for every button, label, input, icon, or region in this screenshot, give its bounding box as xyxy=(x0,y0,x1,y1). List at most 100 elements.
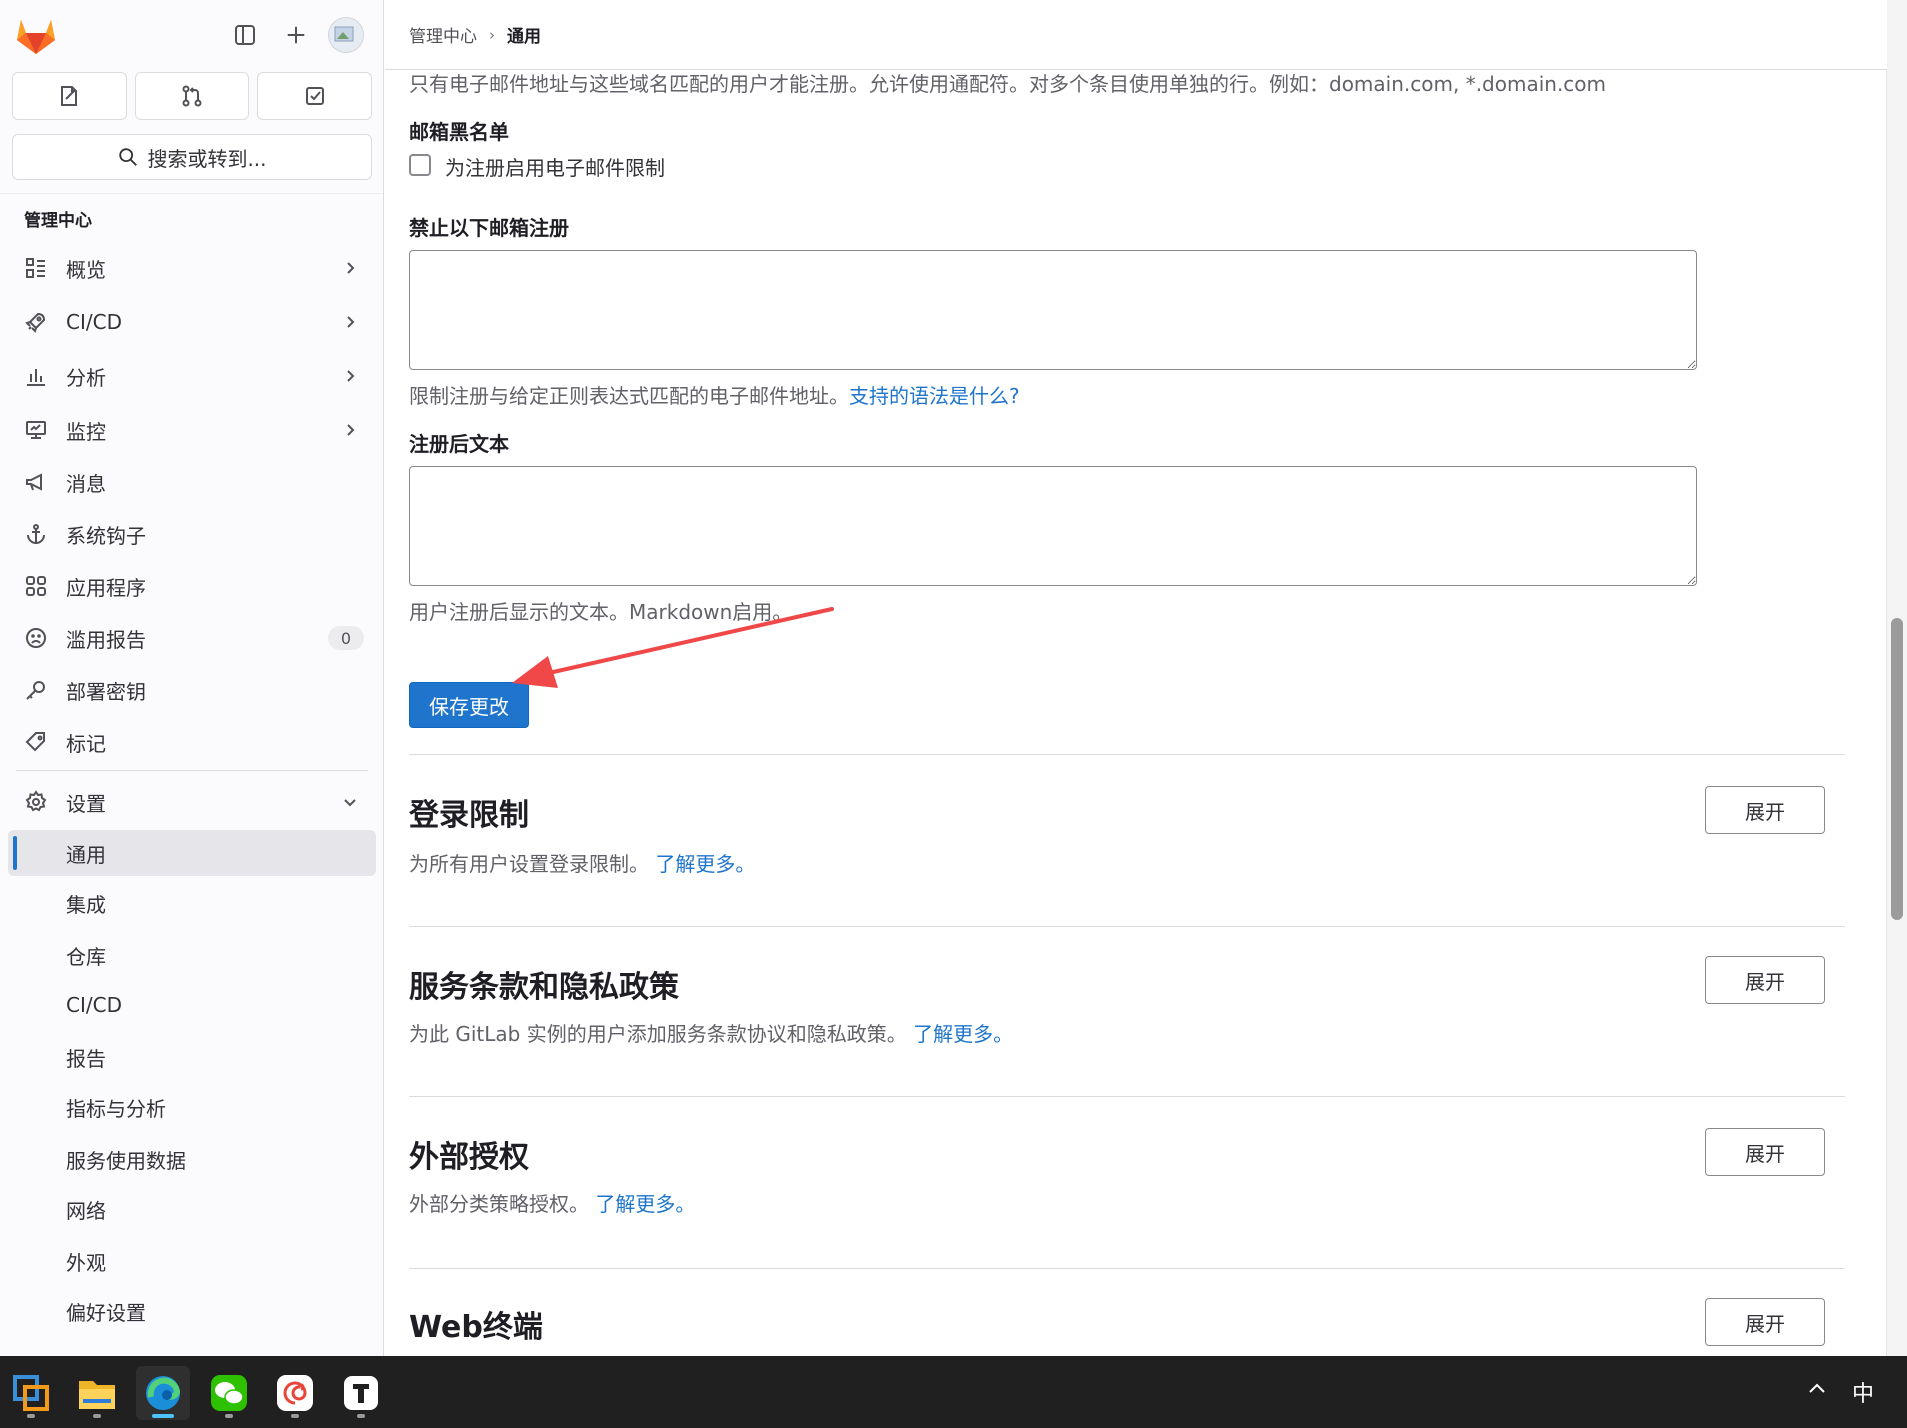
learn-more-link[interactable]: 了解更多。 xyxy=(655,852,755,876)
taskbar-indicator xyxy=(225,1414,233,1418)
sidebar-item-deploy-keys[interactable]: 部署密钥 xyxy=(8,668,376,712)
expand-signin-restrictions-button[interactable]: 展开 xyxy=(1705,786,1825,834)
taskbar-app-snail[interactable] xyxy=(268,1366,322,1420)
allowlist-help-text: 只有电子邮件地址与这些域名匹配的用户才能注册。允许使用通配符。对多个条目使用单独… xyxy=(409,72,1607,96)
sidebar-subitem-label: 外观 xyxy=(66,1250,106,1275)
chevron-right-icon xyxy=(347,424,355,436)
sidebar-toggle-icon[interactable] xyxy=(228,18,262,52)
sidebar-subitem-integrations[interactable]: 集成 xyxy=(8,880,376,926)
search-button[interactable]: 搜索或转到... xyxy=(12,134,372,180)
section-title-web-terminal: Web终端 xyxy=(409,1310,543,1345)
key-icon xyxy=(26,681,45,700)
edge-browser-icon xyxy=(146,1376,181,1410)
merge-requests-button[interactable] xyxy=(134,72,250,120)
monitor-icon xyxy=(26,421,46,439)
sidebar-subitem-label: 指标与分析 xyxy=(66,1096,166,1121)
sidebar-subitem-metrics[interactable]: 指标与分析 xyxy=(8,1084,376,1130)
todo-button[interactable] xyxy=(257,72,373,120)
sidebar-subitem-repository[interactable]: 仓库 xyxy=(8,932,376,978)
anchor-icon xyxy=(27,524,45,544)
sidebar-subitem-reporting[interactable]: 报告 xyxy=(8,1034,376,1080)
sidebar: 搜索或转到... 管理中心 概览 CI/CD 分析 监控 消息 系统钩子 应用程… xyxy=(0,0,384,1356)
todo-icon xyxy=(305,87,324,105)
search-icon xyxy=(119,148,138,166)
sidebar-subitem-label: CI/CD xyxy=(66,993,122,1017)
after-signup-textarea[interactable] xyxy=(409,466,1697,586)
sidebar-subitem-usage-data[interactable]: 服务使用数据 xyxy=(8,1136,376,1182)
vmware-icon xyxy=(13,1375,49,1411)
expand-web-terminal-button[interactable]: 展开 xyxy=(1705,1298,1825,1346)
breadcrumb: 管理中心 › 通用 xyxy=(385,0,1887,70)
sidebar-item-system-hooks[interactable]: 系统钩子 xyxy=(8,512,376,556)
sidebar-item-settings[interactable]: 设置 xyxy=(8,780,376,824)
typora-icon xyxy=(344,1376,378,1410)
taskbar-app-edge[interactable] xyxy=(136,1366,190,1420)
denylist-checkbox[interactable] xyxy=(409,154,431,176)
restrict-emails-textarea[interactable] xyxy=(409,250,1697,370)
section-desc-text: 为此 GitLab 实例的用户添加服务条款协议和隐私政策。 xyxy=(409,1022,907,1046)
bullhorn-icon xyxy=(26,473,42,491)
sidebar-item-cicd[interactable]: CI/CD xyxy=(8,300,376,344)
sidebar-separator xyxy=(0,193,383,194)
syntax-help-link[interactable]: 支持的语法是什么? xyxy=(849,384,1020,408)
label-icon xyxy=(25,732,45,752)
learn-more-link[interactable]: 了解更多。 xyxy=(913,1022,1013,1046)
issues-button[interactable] xyxy=(12,72,127,120)
vertical-scrollbar[interactable] xyxy=(1886,0,1907,1356)
sidebar-item-monitoring[interactable]: 监控 xyxy=(8,408,376,452)
sidebar-item-labels[interactable]: 标记 xyxy=(8,720,376,764)
file-explorer-icon xyxy=(79,1381,115,1409)
sidebar-subitem-general[interactable]: 通用 xyxy=(8,830,376,876)
breadcrumb-parent[interactable]: 管理中心 xyxy=(409,22,477,47)
sidebar-subitem-appearance[interactable]: 外观 xyxy=(8,1238,376,1284)
taskbar-app-file-explorer[interactable] xyxy=(70,1366,124,1420)
create-new-icon[interactable] xyxy=(279,18,313,52)
sidebar-item-analytics[interactable]: 分析 xyxy=(8,354,376,398)
sad-face-icon xyxy=(26,628,46,648)
taskbar-app-wechat[interactable] xyxy=(202,1366,256,1420)
sidebar-subitem-label: 偏好设置 xyxy=(66,1300,146,1325)
sidebar-subitem-label: 集成 xyxy=(66,892,106,917)
section-title-signin-restrictions: 登录限制 xyxy=(409,798,529,833)
sidebar-item-messages[interactable]: 消息 xyxy=(8,460,376,504)
section-desc-external-auth: 外部分类策略授权。 了解更多。 xyxy=(409,1188,695,1217)
sidebar-item-abuse-reports[interactable]: 滥用报告 0 xyxy=(8,616,376,660)
sidebar-subitem-network[interactable]: 网络 xyxy=(8,1186,376,1232)
overview-icon xyxy=(26,258,45,278)
section-divider xyxy=(409,754,1845,755)
save-changes-button[interactable]: 保存更改 xyxy=(409,682,529,728)
section-desc-text: 外部分类策略授权。 xyxy=(409,1192,589,1216)
input-method-indicator[interactable]: 中 xyxy=(1852,1376,1874,1408)
section-desc-text: 为所有用户设置登录限制。 xyxy=(409,852,649,876)
sidebar-item-label: 应用程序 xyxy=(66,575,146,600)
system-tray-chevron-up-icon[interactable] xyxy=(1806,1378,1828,1400)
sidebar-item-label: 系统钩子 xyxy=(66,523,146,548)
expand-terms-button[interactable]: 展开 xyxy=(1705,956,1825,1004)
sidebar-item-label: 分析 xyxy=(66,365,106,390)
chevron-right-icon xyxy=(347,316,355,328)
scrollbar-thumb[interactable] xyxy=(1891,618,1903,920)
quick-actions xyxy=(12,72,373,120)
taskbar-indicator xyxy=(357,1414,365,1418)
sidebar-item-label: 部署密钥 xyxy=(66,679,146,704)
sidebar-subitem-cicd[interactable]: CI/CD xyxy=(8,982,376,1028)
chevron-right-icon xyxy=(347,262,355,274)
taskbar-app-typora[interactable] xyxy=(334,1366,388,1420)
issues-icon xyxy=(61,86,78,106)
user-avatar[interactable] xyxy=(328,17,364,53)
section-desc-terms: 为此 GitLab 实例的用户添加服务条款协议和隐私政策。 了解更多。 xyxy=(409,1018,1013,1047)
sidebar-item-overview[interactable]: 概览 xyxy=(8,246,376,290)
chevron-right-icon xyxy=(347,370,355,382)
section-desc-signin-restrictions: 为所有用户设置登录限制。 了解更多。 xyxy=(409,848,755,877)
after-signup-label: 注册后文本 xyxy=(409,432,509,456)
learn-more-link[interactable]: 了解更多。 xyxy=(595,1192,695,1216)
sidebar-item-applications[interactable]: 应用程序 xyxy=(8,564,376,608)
restrict-emails-label: 禁止以下邮箱注册 xyxy=(409,216,569,240)
sidebar-subitem-label: 通用 xyxy=(66,842,106,867)
expand-external-auth-button[interactable]: 展开 xyxy=(1705,1128,1825,1176)
taskbar-app-vmware[interactable] xyxy=(4,1366,58,1420)
rocket-icon xyxy=(25,312,46,333)
sidebar-subitem-preferences[interactable]: 偏好设置 xyxy=(8,1288,376,1334)
denylist-checkbox-label[interactable]: 为注册启用电子邮件限制 xyxy=(445,152,665,181)
gitlab-logo-icon[interactable] xyxy=(14,14,58,56)
